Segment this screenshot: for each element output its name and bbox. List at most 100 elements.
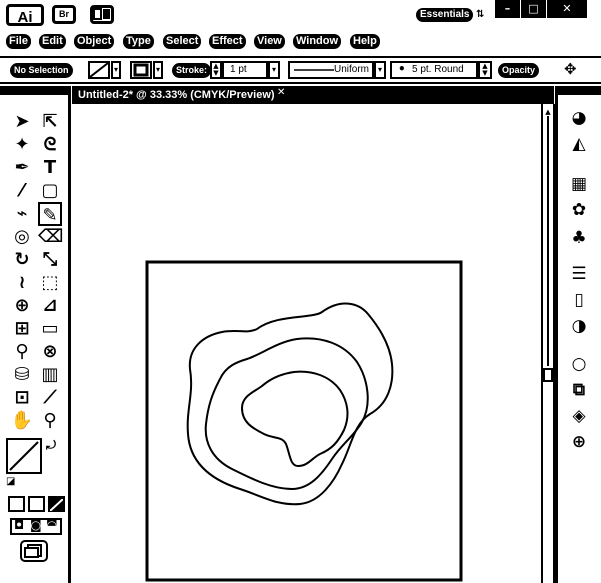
swatches-button[interactable]: ▦ xyxy=(567,172,591,196)
screen-mode-button[interactable] xyxy=(20,540,48,562)
magic-wand-tool[interactable]: ✦ xyxy=(10,133,34,157)
control-bar-menu-icon[interactable]: ✥ xyxy=(564,60,577,78)
profile-dropdown-icon[interactable]: ▾ xyxy=(374,61,386,79)
brush-icon: ⌁ xyxy=(16,203,28,224)
blob-brush-tool[interactable]: ◎ xyxy=(10,225,34,249)
gradient-mode-button[interactable] xyxy=(28,496,45,512)
workspace-dropdown-icon[interactable]: ⇅ xyxy=(476,9,484,20)
none-mode-button[interactable] xyxy=(48,496,65,512)
document-tab-bar: Untitled-2* @ 33.33% (CMYK/Preview) ✕ xyxy=(72,86,554,104)
type-icon: T xyxy=(43,157,57,178)
variable-width-profile-select[interactable]: Uniform xyxy=(288,61,374,79)
draw-normal-icon[interactable]: ◘ xyxy=(14,518,24,532)
paintbrush-tool[interactable]: ⌁ xyxy=(10,202,34,226)
line-segment-tool[interactable]: ⁄ xyxy=(10,179,34,203)
maximize-button[interactable]: □ xyxy=(521,0,546,18)
color-panel-button[interactable]: ◕ xyxy=(567,106,591,130)
menu-view[interactable]: View xyxy=(254,34,285,49)
mesh-icon: ⊞ xyxy=(14,318,30,339)
menu-effect[interactable]: Effect xyxy=(209,34,246,49)
stroke-weight-stepper[interactable]: ▲ ▼ xyxy=(210,61,222,79)
scale-tool[interactable]: ⤡ xyxy=(38,248,62,272)
brushes-button[interactable]: ✿ xyxy=(567,198,591,222)
mesh-tool[interactable]: ⊞ xyxy=(10,317,34,341)
perspective-grid-tool[interactable]: ⊿ xyxy=(38,294,62,318)
minimize-button[interactable]: – xyxy=(495,0,520,18)
menu-object[interactable]: Object xyxy=(74,34,115,49)
swap-fill-stroke-icon[interactable]: ⤾ xyxy=(46,438,56,453)
palette-icon: ◕ xyxy=(571,108,587,128)
pen-tool[interactable]: ✒ xyxy=(10,156,34,180)
zoom-icon: ⚲ xyxy=(43,410,57,431)
stroke-weight-field[interactable]: 1 pt xyxy=(222,61,268,79)
stroke-dropdown-icon[interactable]: ▾ xyxy=(153,61,163,79)
scrollbar-thumb[interactable] xyxy=(543,368,553,382)
menu-select[interactable]: Select xyxy=(163,34,202,49)
brush-dropdown-icon[interactable]: ▲ ▼ xyxy=(478,61,492,79)
close-button[interactable]: ✕ xyxy=(547,0,587,18)
panel-dock-header[interactable] xyxy=(558,86,601,95)
graphic-styles-button[interactable]: ⧉ xyxy=(567,378,591,402)
close-tab-icon[interactable]: ✕ xyxy=(277,87,285,98)
eraser-tool[interactable]: ⌫ xyxy=(38,225,64,249)
hand-tool[interactable]: ✋ xyxy=(10,409,34,433)
appearance-button[interactable]: ○ xyxy=(567,352,591,376)
bridge-button[interactable]: Br xyxy=(52,5,76,24)
stroke-label[interactable]: Stroke: xyxy=(172,63,212,78)
pencil-tool[interactable]: ✎ xyxy=(38,202,62,226)
draw-behind-icon[interactable]: ◙ xyxy=(30,518,42,532)
artboard-canvas[interactable] xyxy=(72,104,542,583)
selection-tool[interactable]: ➤ xyxy=(10,110,34,134)
symbols-button[interactable]: ♣ xyxy=(567,226,591,250)
stroke-weight-dropdown-icon[interactable]: ▾ xyxy=(268,61,280,79)
draw-inside-icon[interactable]: ◚ xyxy=(46,518,58,532)
lasso-tool[interactable]: ᘓ xyxy=(38,133,62,157)
column-graph-tool[interactable]: ▥ xyxy=(38,363,62,387)
zoom-tool[interactable]: ⚲ xyxy=(38,409,62,433)
stroke-panel-button[interactable]: ☰ xyxy=(567,262,591,286)
artboards-button[interactable]: ⊕ xyxy=(567,430,591,454)
transparency-button[interactable]: ◑ xyxy=(567,314,591,338)
artboard-tool[interactable]: ⊡ xyxy=(10,386,34,410)
rectangle-tool[interactable]: ▢ xyxy=(38,179,62,203)
fill-dropdown-icon[interactable]: ▾ xyxy=(111,61,121,79)
eyedropper-tool[interactable]: ⚲ xyxy=(10,340,34,364)
default-fill-stroke-icon[interactable]: ◪ xyxy=(6,476,15,487)
rotate-tool[interactable]: ↻ xyxy=(10,248,34,272)
wand-icon: ✦ xyxy=(14,134,30,155)
opacity-label[interactable]: Opacity xyxy=(498,63,540,78)
scroll-up-icon[interactable]: ▲ xyxy=(543,108,553,116)
menu-edit[interactable]: Edit xyxy=(39,34,66,49)
menu-help[interactable]: Help xyxy=(350,34,380,49)
workspace-switcher[interactable]: Essentials xyxy=(416,8,474,22)
menu-file[interactable]: File xyxy=(6,34,31,49)
brush-definition-select[interactable]: • 5 pt. Round xyxy=(390,61,478,79)
fill-swatch[interactable] xyxy=(6,438,42,474)
menu-type[interactable]: Type xyxy=(123,34,154,49)
fill-color-swatch[interactable] xyxy=(88,61,110,79)
color-mode-button[interactable] xyxy=(8,496,25,512)
slice-tool[interactable]: ⟋ xyxy=(38,386,62,410)
direct-selection-tool[interactable]: ⇱ xyxy=(38,110,62,134)
sprayer-icon: ⛁ xyxy=(14,364,30,385)
control-bar: No Selection ▾ ▾ Stroke: ▲ ▼ 1 pt ▾ Unifo… xyxy=(0,56,601,84)
document-tab[interactable]: Untitled-2* @ 33.33% (CMYK/Preview) xyxy=(78,87,275,103)
gradient-panel-button[interactable]: ▯ xyxy=(567,288,591,312)
arrange-documents-button[interactable] xyxy=(90,5,114,24)
symbol-sprayer-tool[interactable]: ⛁ xyxy=(10,363,34,387)
graphic-styles-icon: ⧉ xyxy=(572,380,586,400)
tools-panel-header[interactable] xyxy=(0,86,68,95)
artboard-rectangle xyxy=(145,260,463,582)
menu-window[interactable]: Window xyxy=(293,34,342,49)
stroke-color-swatch[interactable] xyxy=(130,61,152,79)
gradient-tool[interactable]: ▭ xyxy=(38,317,62,341)
warp-tool[interactable]: ≀ xyxy=(10,271,34,295)
eraser-icon: ⌫ xyxy=(38,226,64,247)
blend-tool[interactable]: ⊗ xyxy=(38,340,62,364)
shape-builder-tool[interactable]: ⊕ xyxy=(10,294,34,318)
vertical-scrollbar[interactable]: ▲ xyxy=(541,104,555,583)
type-tool[interactable]: T xyxy=(38,156,62,180)
color-guide-button[interactable]: ◭ xyxy=(567,132,591,156)
layers-button[interactable]: ◈ xyxy=(567,404,591,428)
free-transform-tool[interactable]: ⬚ xyxy=(38,271,62,295)
